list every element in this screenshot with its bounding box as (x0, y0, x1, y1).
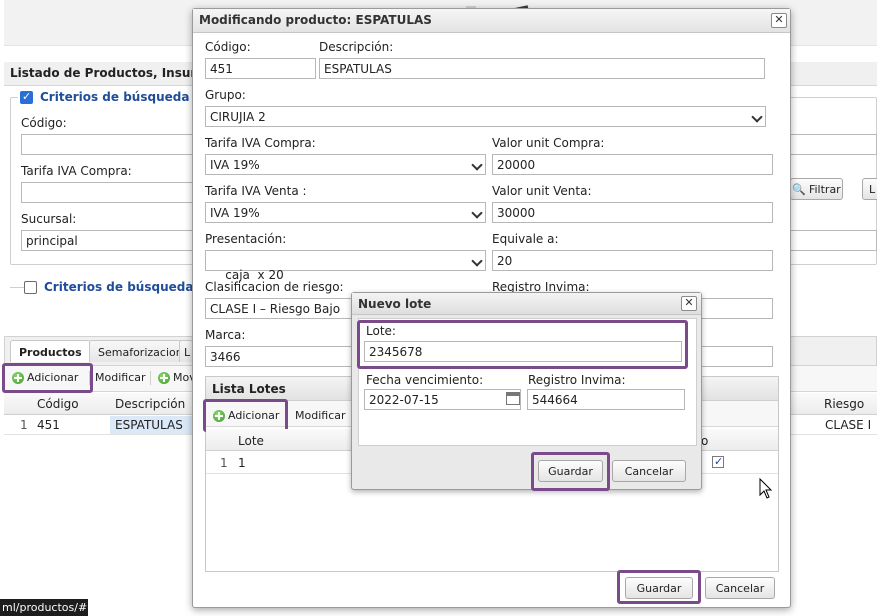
valor-compra-label: Valor unit Compra: (492, 136, 605, 150)
tarifa-iva-compra-select[interactable]: IVA 19% (205, 154, 486, 175)
marca-label: Marca: (205, 328, 246, 342)
cancelar-button[interactable]: Cancelar (705, 577, 775, 599)
calendar-icon[interactable] (506, 392, 520, 405)
tarifa-iva-venta-select[interactable]: IVA 19% (205, 202, 486, 223)
status-url: ml/productos/# (0, 599, 88, 616)
tarifa-filter-input[interactable] (21, 182, 196, 203)
descripcion-label: Descripción: (319, 40, 394, 54)
presentacion-label: Presentación: (205, 232, 287, 246)
tarifa-iva-venta-label: Tarifa IVA Venta : (205, 184, 307, 198)
tab-productos[interactable]: Productos (10, 340, 91, 362)
tarifa-label: Tarifa IVA Compra: (21, 164, 132, 178)
registro-invima-label: Registro Invima: (528, 373, 626, 387)
toolbar-separator (150, 371, 151, 385)
row-activo-checkbox[interactable] (712, 455, 724, 468)
fecha-vencimiento-label: Fecha vencimiento: (366, 373, 484, 387)
row-lote: 1 (238, 456, 246, 470)
close-icon[interactable]: ✕ (771, 13, 787, 28)
lote-input[interactable]: 2345678 (364, 341, 682, 362)
col-header-lote[interactable]: Lote (238, 434, 264, 448)
valor-compra-input[interactable]: 20000 (492, 154, 773, 175)
tarifa-iva-compra-label: Tarifa IVA Compra: (205, 136, 316, 150)
row-number: 1 (220, 456, 228, 470)
lote-label: Lote: (366, 324, 396, 338)
row-descripcion: ESPATULAS (115, 418, 183, 432)
sucursal-input[interactable]: principal (21, 230, 196, 251)
grupo-label: Grupo: (205, 88, 246, 102)
mover-button-bg[interactable]: Mov (158, 371, 196, 384)
valor-venta-label: Valor unit Venta: (492, 184, 592, 198)
tab-l[interactable]: L (179, 340, 193, 362)
add-icon (158, 371, 170, 384)
descripcion-input[interactable]: ESPATULAS (319, 58, 765, 79)
row-number: 1 (20, 418, 28, 432)
criteria2-checkbox[interactable] (24, 280, 37, 294)
col-header-riesgo[interactable]: Riesgo (824, 397, 864, 411)
guardar-lote-button[interactable]: Guardar (538, 460, 603, 482)
codigo-filter-input[interactable] (21, 134, 196, 155)
presentacion-select[interactable]: caja x 20 (205, 250, 486, 282)
col-header-activo[interactable]: o (701, 434, 708, 448)
col-header-codigo[interactable]: Código (37, 397, 79, 411)
filtrar-button[interactable]: 🔍 Filtrar (790, 178, 843, 200)
sucursal-label: Sucursal: (21, 212, 77, 226)
codigo-label: Código: (21, 116, 67, 130)
row-codigo: 451 (37, 418, 60, 432)
add-icon (12, 371, 24, 384)
sucursal-input-right[interactable] (790, 230, 877, 251)
nuevo-lote-dialog: Nuevo lote ✕ Lote: 2345678 Fecha vencimi… (351, 292, 702, 491)
filter-input-right[interactable] (790, 134, 877, 155)
add-icon (213, 409, 225, 422)
modificar-lote-button[interactable]: Modificar (295, 409, 346, 422)
registro-invima-input[interactable]: 544664 (527, 389, 685, 410)
clasificacion-label: Clasificacion de riesgo: (205, 280, 344, 294)
mouse-cursor-icon (759, 478, 773, 499)
chevron-down-icon (471, 255, 483, 267)
nuevo-lote-title: Nuevo lote (352, 293, 701, 315)
codigo-label: Código: (205, 40, 251, 54)
close-icon[interactable]: ✕ (681, 296, 697, 311)
clear-button[interactable]: L (862, 178, 877, 200)
toolbar-separator (89, 371, 90, 385)
tab-semaforizacion[interactable]: Semaforizacion (89, 340, 192, 362)
chevron-down-icon (471, 159, 483, 171)
search-icon: 🔍 (792, 182, 806, 196)
chevron-down-icon (751, 111, 763, 123)
modificar-button-bg[interactable]: Modificar (95, 371, 146, 384)
criteria-checkbox[interactable] (20, 90, 33, 104)
chevron-down-icon (471, 207, 483, 219)
adicionar-button-bg[interactable]: Adicionar (12, 371, 78, 384)
adicionar-lote-button[interactable]: Adicionar (213, 409, 279, 422)
col-header-descripcion[interactable]: Descripción (115, 397, 185, 411)
equivale-label: Equivale a: (492, 232, 559, 246)
equivale-input[interactable]: 20 (492, 250, 773, 271)
valor-venta-input[interactable]: 30000 (492, 202, 773, 223)
guardar-button[interactable]: Guardar (625, 577, 693, 599)
row-riesgo: CLASE I (825, 418, 872, 432)
fecha-vencimiento-input[interactable]: 2022-07-15 (364, 389, 521, 410)
codigo-input[interactable]: 451 (205, 58, 316, 79)
dialog-title: Modificando producto: ESPATULAS (193, 9, 790, 33)
grupo-select[interactable]: CIRUJIA 2 (205, 106, 766, 127)
cancelar-lote-button[interactable]: Cancelar (612, 460, 686, 482)
